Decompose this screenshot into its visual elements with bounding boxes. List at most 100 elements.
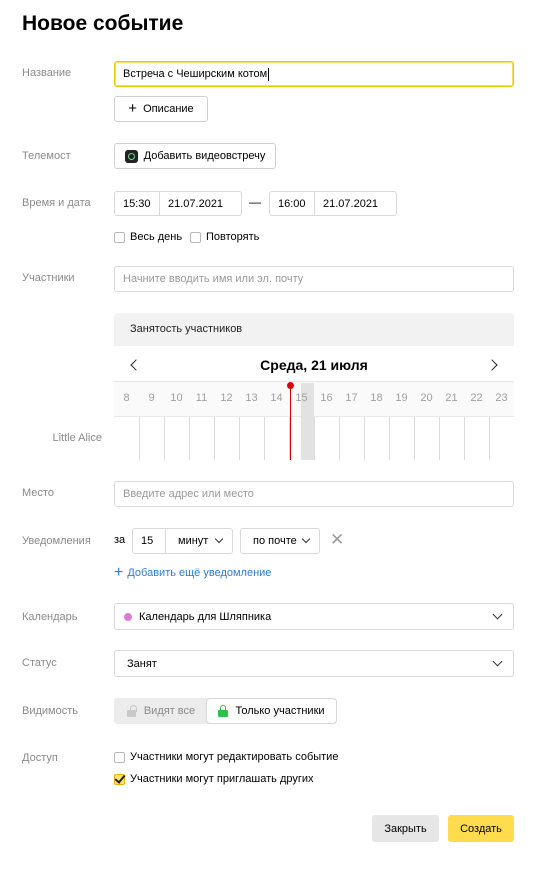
- hour-gridline: [339, 417, 340, 460]
- notification-unit-select[interactable]: минут: [165, 528, 233, 554]
- page-title: Новое событие: [22, 12, 184, 35]
- notification-channel-value: по почте: [253, 535, 297, 547]
- end-date-value: 21.07.2021: [323, 197, 379, 210]
- end-time-value: 16:00: [278, 197, 306, 210]
- hour-label: 17: [345, 392, 358, 404]
- hour-label: 20: [420, 392, 433, 404]
- start-time-input[interactable]: 15:30: [114, 191, 160, 216]
- notification-channel-select[interactable]: по почте: [240, 528, 320, 554]
- visibility-option-all-label: Видят все: [143, 705, 196, 717]
- start-date-value: 21.07.2021: [168, 197, 224, 210]
- name-label: Название: [22, 67, 72, 79]
- calendar-color-dot: [124, 612, 132, 621]
- repeat-box[interactable]: [190, 231, 201, 243]
- repeat-label: Повторять: [206, 231, 260, 243]
- close-icon: ✕: [330, 530, 345, 549]
- lock-icon: [218, 705, 229, 717]
- calendar-label: Календарь: [22, 611, 78, 623]
- start-time-value: 15:30: [123, 197, 151, 210]
- telemost-label: Телемост: [22, 150, 71, 162]
- all-day-box[interactable]: [114, 231, 125, 243]
- hour-label: 23: [495, 392, 508, 404]
- hour-label: 11: [195, 392, 208, 404]
- notification-amount-input[interactable]: 15: [132, 528, 166, 554]
- name-input-value: Встреча с Чеширским котом: [123, 68, 268, 80]
- now-line: [290, 383, 291, 460]
- current-day-label: Среда, 21 июля: [260, 357, 368, 373]
- name-input[interactable]: Встреча с Чеширским котом: [114, 61, 514, 87]
- notification-prefix: за: [114, 534, 126, 546]
- can-invite-label: Участники могут приглашать других: [130, 773, 314, 785]
- hour-label: 12: [220, 392, 233, 404]
- participants-label: Участники: [22, 272, 75, 284]
- end-time-input[interactable]: 16:00: [269, 191, 315, 216]
- hour-label: 9: [148, 392, 155, 404]
- chevron-down-icon: [492, 656, 503, 667]
- hour-label: 18: [370, 392, 383, 404]
- all-day-label: Весь день: [130, 231, 183, 243]
- hour-label: 14: [270, 392, 283, 404]
- visibility-option-participants[interactable]: Только участники: [207, 699, 336, 723]
- status-label: Статус: [22, 657, 57, 669]
- chevron-down-icon: [492, 609, 503, 620]
- notification-unit-value: минут: [178, 535, 209, 547]
- can-edit-box[interactable]: [114, 751, 125, 763]
- chevron-down-icon: [301, 534, 311, 544]
- add-notification-label: Добавить ещё уведомление: [127, 567, 272, 579]
- add-video-meeting-button[interactable]: Добавить видеовстречу: [114, 143, 276, 169]
- place-placeholder: Введите адрес или место: [123, 488, 254, 500]
- add-notification-link[interactable]: + Добавить ещё уведомление: [114, 564, 272, 581]
- participants-placeholder: Начните вводить имя или эл. почту: [123, 273, 304, 285]
- next-day-button[interactable]: [486, 357, 498, 373]
- hour-label: 19: [395, 392, 408, 404]
- notifications-label: Уведомления: [22, 535, 91, 547]
- hour-gridline: [239, 417, 240, 460]
- add-video-meeting-label: Добавить видеовстречу: [143, 150, 266, 162]
- hour-label: 13: [245, 392, 258, 404]
- status-select[interactable]: Занят: [114, 650, 514, 677]
- time-range-dash: —: [249, 195, 261, 209]
- end-date-input[interactable]: 21.07.2021: [314, 191, 397, 216]
- hour-label: 16: [320, 392, 333, 404]
- hour-label: 15: [295, 392, 308, 404]
- chevron-down-icon: [214, 534, 224, 544]
- telemost-icon: [124, 149, 138, 163]
- add-description-button[interactable]: + Описание: [114, 96, 208, 122]
- place-input[interactable]: Введите адрес или место: [114, 481, 514, 507]
- calendar-value: Календарь для Шляпника: [139, 610, 272, 623]
- hour-gridline: [364, 417, 365, 460]
- repeat-checkbox[interactable]: Повторять: [190, 231, 259, 243]
- now-marker: [287, 382, 294, 389]
- calendar-select[interactable]: Календарь для Шляпника: [114, 603, 514, 630]
- start-date-input[interactable]: 21.07.2021: [159, 191, 242, 216]
- chevron-right-icon: [486, 359, 498, 371]
- can-invite-box[interactable]: [114, 773, 125, 785]
- can-edit-checkbox[interactable]: Участники могут редактировать событие: [114, 751, 338, 763]
- add-description-label: Описание: [143, 103, 194, 115]
- remove-notification-button[interactable]: ✕: [330, 530, 345, 549]
- status-value: Занят: [127, 657, 157, 670]
- place-label: Место: [22, 487, 54, 499]
- hour-label: 10: [170, 392, 183, 404]
- all-day-checkbox[interactable]: Весь день: [114, 231, 182, 243]
- datetime-label: Время и дата: [22, 197, 91, 209]
- plus-icon: +: [114, 564, 124, 581]
- participants-input[interactable]: Начните вводить имя или эл. почту: [114, 266, 514, 292]
- close-button[interactable]: Закрыть: [372, 815, 439, 842]
- hour-gridline: [414, 417, 415, 460]
- plus-icon: +: [128, 100, 138, 117]
- notification-amount-value: 15: [141, 535, 154, 547]
- can-invite-checkbox[interactable]: Участники могут приглашать других: [114, 773, 314, 785]
- create-button[interactable]: Создать: [448, 815, 514, 842]
- hour-label: 22: [470, 392, 483, 404]
- hour-gridline: [214, 417, 215, 460]
- hour-gridline: [139, 417, 140, 460]
- create-button-label: Создать: [460, 822, 502, 835]
- hour-label: 21: [445, 392, 458, 404]
- hour-gridline: [439, 417, 440, 460]
- busy-panel-title: Занятость участников: [130, 323, 243, 335]
- hour-gridline: [464, 417, 465, 460]
- visibility-option-all[interactable]: Видят все: [114, 698, 207, 724]
- hour-gridline: [164, 417, 165, 460]
- unlock-icon: [126, 705, 137, 717]
